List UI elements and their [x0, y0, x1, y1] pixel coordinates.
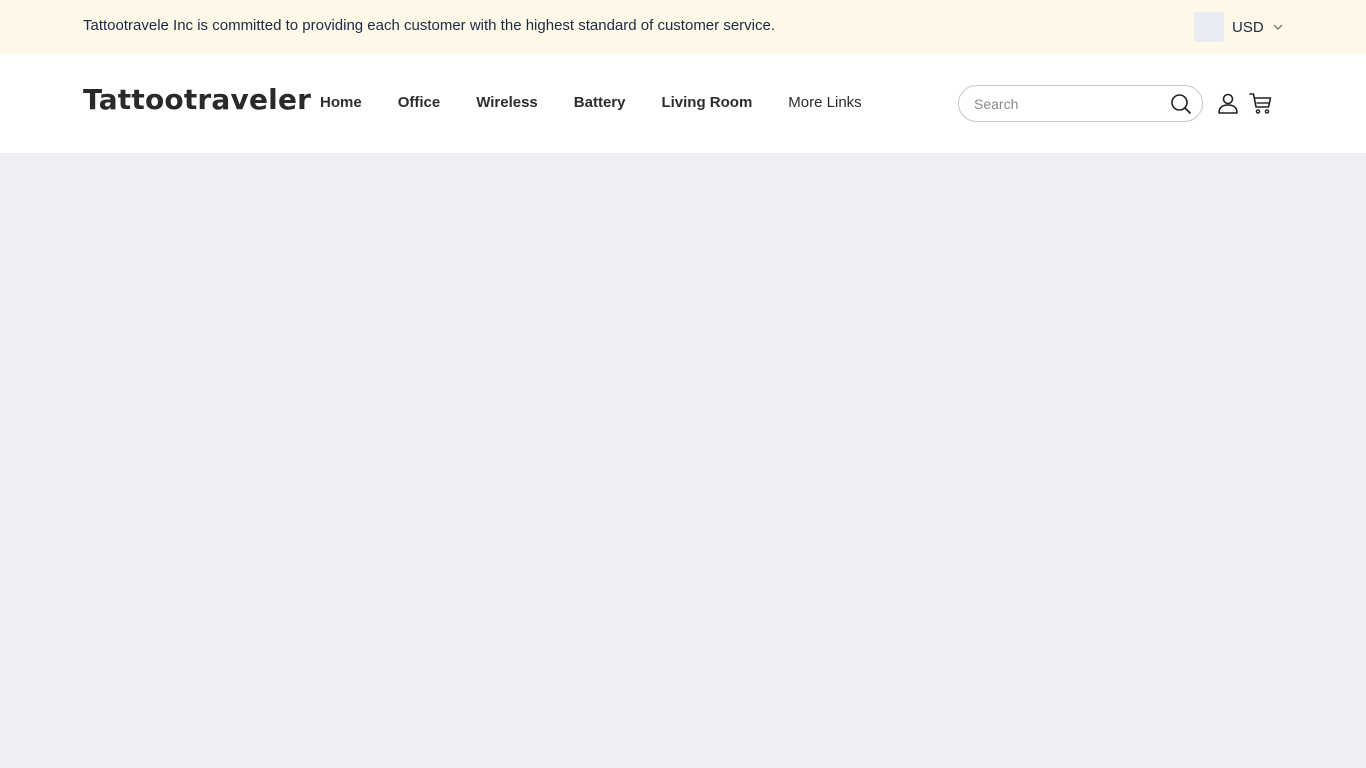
nav-item-home[interactable]: Home — [320, 94, 362, 111]
announcement-bar: Tattootravele Inc is committed to provid… — [0, 0, 1366, 54]
currency-selector[interactable]: USD — [1194, 12, 1284, 42]
search-input[interactable] — [974, 94, 1164, 114]
announcement-text: Tattootravele Inc is committed to provid… — [83, 17, 775, 34]
search-icon[interactable] — [1170, 93, 1192, 115]
chevron-down-icon — [1272, 21, 1284, 33]
search-box — [958, 85, 1203, 122]
account-icon[interactable] — [1216, 91, 1240, 115]
cart-icon[interactable] — [1249, 91, 1273, 115]
site-header: Tattootraveler Home Office Wireless Batt… — [0, 54, 1366, 154]
main-nav: Home Office Wireless Battery Living Room… — [320, 94, 898, 111]
nav-item-battery[interactable]: Battery — [574, 94, 626, 111]
site-logo[interactable]: Tattootraveler — [83, 83, 311, 116]
nav-item-more-links[interactable]: More Links — [788, 94, 861, 111]
nav-item-office[interactable]: Office — [398, 94, 441, 111]
main-content — [0, 155, 1366, 768]
nav-item-living-room[interactable]: Living Room — [661, 94, 752, 111]
currency-code: USD — [1232, 18, 1264, 36]
currency-flag — [1194, 12, 1224, 42]
nav-item-wireless[interactable]: Wireless — [476, 94, 538, 111]
